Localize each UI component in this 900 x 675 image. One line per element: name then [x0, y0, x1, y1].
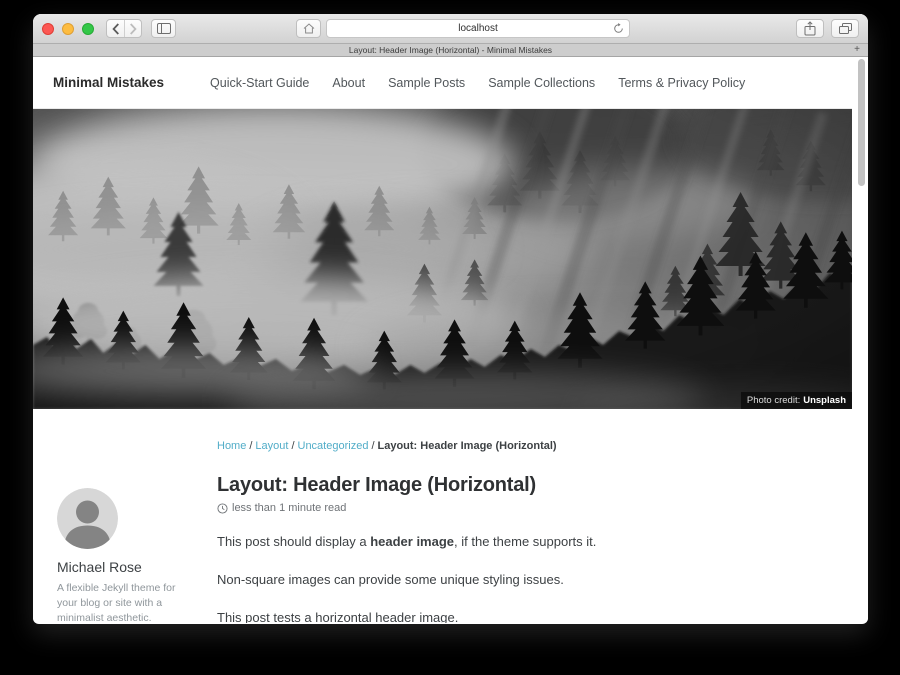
post-paragraph: This post should display a header image,… [217, 533, 822, 552]
home-icon [303, 23, 315, 34]
forward-button[interactable] [124, 20, 141, 37]
clock-icon [217, 503, 228, 514]
content-area: Home/Layout/Uncategorized/Layout: Header… [33, 409, 852, 623]
read-time: less than 1 minute read [217, 502, 822, 514]
tab-bar: Layout: Header Image (Horizontal) - Mini… [33, 44, 868, 57]
post-paragraph: Non-square images can provide some uniqu… [217, 571, 822, 590]
page-viewport: Minimal Mistakes Quick-Start Guide About… [33, 57, 868, 623]
post-paragraph: This post tests a horizontal header imag… [217, 609, 822, 623]
masthead: Minimal Mistakes Quick-Start Guide About… [33, 57, 852, 109]
close-window-button[interactable] [42, 23, 54, 35]
breadcrumb-layout[interactable]: Layout [255, 440, 288, 452]
browser-window: localhost Layout: Header Image (Horizont… [33, 14, 868, 624]
sidebar-toggle-button[interactable] [151, 19, 176, 38]
breadcrumb-current: Layout: Header Image (Horizontal) [378, 440, 557, 452]
breadcrumb: Home/Layout/Uncategorized/Layout: Header… [217, 440, 852, 452]
breadcrumb-home[interactable]: Home [217, 440, 246, 452]
address-bar[interactable]: localhost [326, 19, 630, 38]
nav-sample-collections[interactable]: Sample Collections [488, 76, 595, 90]
chevron-left-icon [112, 23, 120, 35]
nav-sample-posts[interactable]: Sample Posts [388, 76, 465, 90]
foggy-forest-image [33, 109, 852, 409]
tabs-icon [839, 23, 852, 34]
photo-credit: Photo credit:Unsplash [741, 392, 852, 409]
address-bar-url: localhost [458, 23, 497, 34]
breadcrumb-uncategorized[interactable]: Uncategorized [298, 440, 369, 452]
active-tab[interactable]: Layout: Header Image (Horizontal) - Mini… [33, 44, 868, 57]
vertical-scrollbar[interactable] [858, 59, 865, 186]
new-tab-button[interactable]: + [850, 44, 864, 56]
show-tabs-button[interactable] [831, 19, 859, 38]
chevron-right-icon [129, 23, 137, 35]
nav-terms-privacy[interactable]: Terms & Privacy Policy [618, 76, 745, 90]
minimize-window-button[interactable] [62, 23, 74, 35]
back-button[interactable] [107, 20, 124, 37]
share-icon [804, 21, 816, 36]
window-controls [42, 23, 94, 35]
post-title: Layout: Header Image (Horizontal) [217, 474, 822, 497]
history-nav [106, 19, 142, 38]
sidebar-icon [157, 23, 171, 34]
article: Layout: Header Image (Horizontal) less t… [217, 474, 822, 623]
web-page: Minimal Mistakes Quick-Start Guide About… [33, 57, 852, 623]
person-silhouette-icon [57, 488, 118, 549]
masthead-nav: Quick-Start Guide About Sample Posts Sam… [210, 76, 745, 90]
site-title-link[interactable]: Minimal Mistakes [53, 75, 164, 90]
share-button[interactable] [796, 19, 824, 38]
avatar [57, 488, 118, 549]
nav-about[interactable]: About [332, 76, 365, 90]
reload-button[interactable] [613, 23, 624, 37]
screenshot-stage: localhost Layout: Header Image (Horizont… [0, 0, 900, 675]
author-sidebar: Michael Rose A flexible Jekyll theme for… [57, 488, 207, 623]
home-button[interactable] [296, 19, 321, 38]
header-image: Photo credit:Unsplash [33, 109, 852, 409]
zoom-window-button[interactable] [82, 23, 94, 35]
author-bio: A flexible Jekyll theme for your blog or… [57, 581, 177, 623]
nav-quick-start-guide[interactable]: Quick-Start Guide [210, 76, 309, 90]
browser-toolbar: localhost [33, 14, 868, 44]
author-name: Michael Rose [57, 559, 207, 575]
reload-icon [613, 23, 624, 34]
